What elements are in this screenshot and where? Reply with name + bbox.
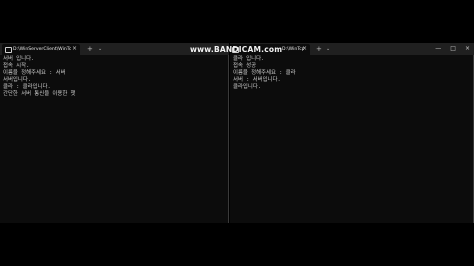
tab-dropdown-button[interactable]: ⌄ (98, 43, 102, 55)
console-line: 클라 입니다. (233, 56, 265, 62)
left-tab-title: D:\WinServerClient\WinTcpWebr (13, 47, 71, 52)
screen: D:\WinServerClient\WinTcpWebr × + ⌄ 서버 입… (0, 0, 474, 266)
console-line: 클라입니다. (233, 84, 262, 90)
close-tab-icon[interactable]: × (72, 44, 77, 54)
left-console-output[interactable]: 서버 입니다. 접속 시작. 이름을 정해주세요 : 서버 서버입니다. 클라 … (0, 55, 229, 223)
console-line: 이름을 정해주세요 : 클라 (233, 70, 296, 76)
terminal-icon (5, 47, 12, 53)
right-terminal-window: D:\WinTcpWebr × + ⌄ — □ × 클라 입니다. 접속 성공 … (230, 43, 474, 223)
console-line: 서버 : 서버입니다. (233, 77, 281, 83)
right-tab-title: D:\WinTcpWebr (282, 47, 304, 52)
console-line: 서버 입니다. (3, 56, 35, 62)
left-terminal-window: D:\WinServerClient\WinTcpWebr × + ⌄ 서버 입… (0, 43, 229, 223)
console-line: 간단한 서버 통신을 이용한 챗 (3, 91, 76, 97)
new-tab-button[interactable]: + (316, 43, 322, 55)
left-terminal-tab[interactable]: D:\WinServerClient\WinTcpWebr × (2, 44, 80, 55)
right-console-output[interactable]: 클라 입니다. 접속 성공 이름을 정해주세요 : 클라 서버 : 서버입니다.… (230, 55, 474, 223)
recording-watermark: www.BANDICAM.com (190, 43, 282, 55)
close-window-icon[interactable]: × (465, 43, 470, 55)
console-line: 이름을 정해주세요 : 서버 (3, 70, 66, 76)
window-controls: — □ × (435, 43, 470, 55)
console-line: 접속 성공 (233, 63, 257, 69)
close-tab-icon[interactable]: × (302, 44, 307, 54)
maximize-icon[interactable]: □ (450, 43, 456, 55)
console-line: 서버입니다. (3, 77, 32, 83)
watermark-text: www.BANDICAM.com (190, 44, 283, 54)
console-line: 접속 시작. (3, 63, 30, 69)
new-tab-button[interactable]: + (87, 43, 93, 55)
console-line: 클라 : 클라입니다. (3, 84, 51, 90)
left-scrollbar[interactable] (228, 55, 229, 223)
minimize-icon[interactable]: — (435, 43, 441, 55)
tab-dropdown-button[interactable]: ⌄ (326, 43, 330, 55)
